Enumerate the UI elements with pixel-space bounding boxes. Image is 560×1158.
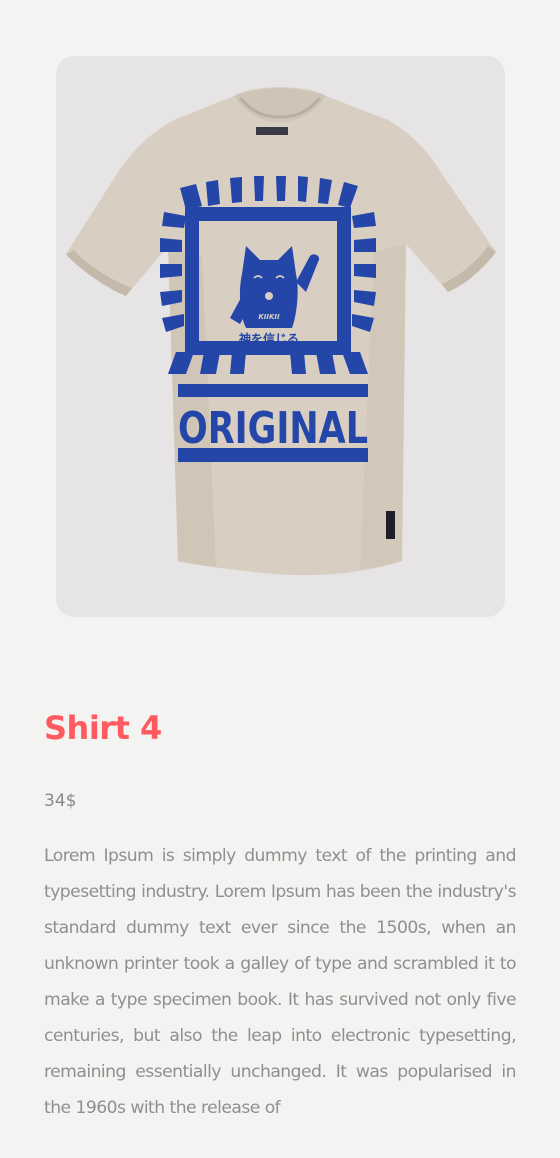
- product-title: Shirt 4: [44, 709, 162, 747]
- product-price: 34$: [44, 791, 77, 811]
- product-detail-page: KIIKII 神を信じる ORIGINAL Shirt 4 34$ Lorem …: [0, 0, 560, 1158]
- print-bar-top: [178, 384, 368, 397]
- print-word: ORIGINAL: [178, 403, 368, 454]
- product-description: Lorem Ipsum is simply dummy text of the …: [44, 846, 517, 1118]
- tshirt-illustration: KIIKII 神を信じる ORIGINAL: [66, 87, 496, 576]
- print-bar-bottom: [178, 448, 368, 462]
- print-japanese: 神を信じる: [239, 331, 299, 346]
- print-brand: KIIKII: [258, 313, 280, 321]
- product-image: KIIKII 神を信じる ORIGINAL: [56, 56, 505, 617]
